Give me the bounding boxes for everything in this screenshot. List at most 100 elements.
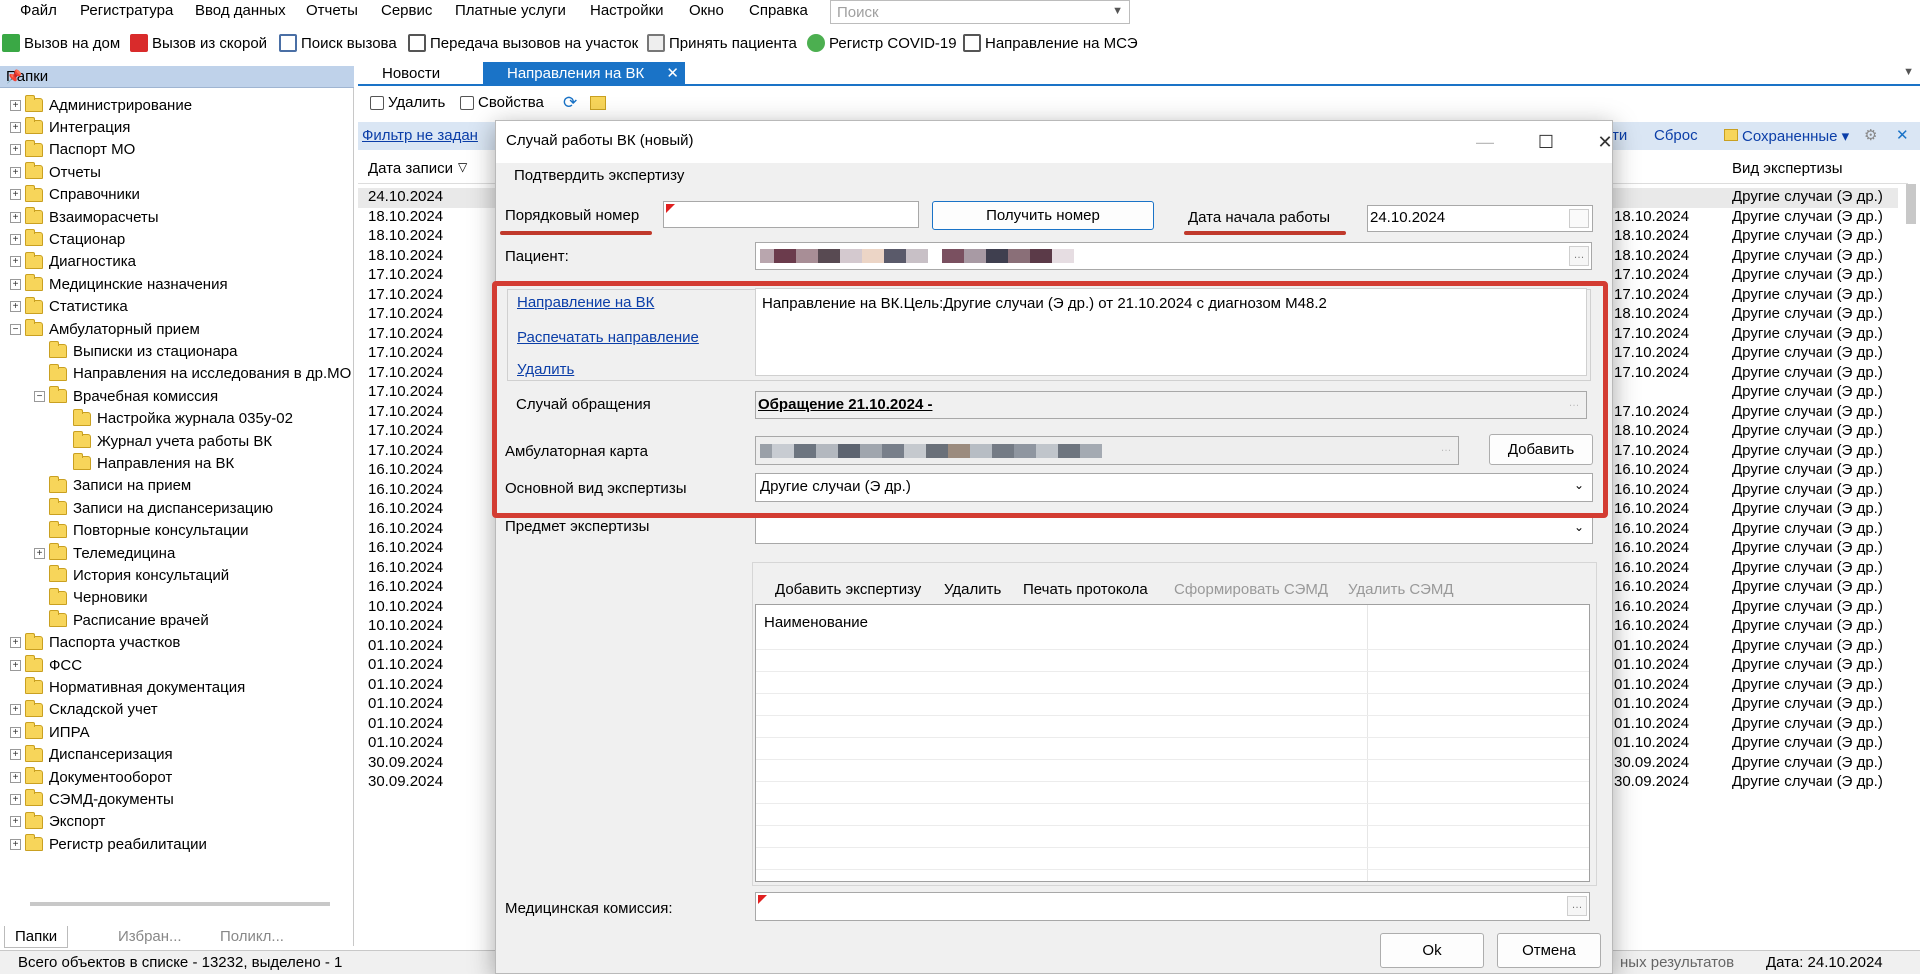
tree-item[interactable]: + Складской учет (10, 699, 158, 721)
menu-paid-services[interactable]: Платные услуги (455, 2, 566, 19)
card-field[interactable]: … (755, 436, 1459, 465)
tree-item[interactable]: + Регистр реабилитации (10, 833, 207, 855)
mse-direction-button[interactable]: Направление на МСЭ (963, 34, 1138, 52)
menu-file[interactable]: Файл (20, 2, 57, 19)
tab-news[interactable]: Новости (358, 62, 464, 86)
add-expertise-button[interactable]: Добавить экспертизу (775, 581, 921, 598)
expand-icon[interactable]: + (10, 838, 21, 850)
add-card-button[interactable]: Добавить (1489, 434, 1593, 465)
tree-item[interactable]: + Стационар (10, 228, 125, 250)
tree-item[interactable]: История консультаций (34, 564, 229, 586)
commission-picker-icon[interactable]: … (1567, 896, 1587, 916)
reset-button[interactable]: Сброс (1654, 127, 1698, 144)
tree-item[interactable]: + Статистика (10, 296, 128, 318)
list-delete-button[interactable]: Удалить (370, 94, 445, 111)
accept-patient-button[interactable]: Принять пациента (647, 34, 797, 52)
expand-icon[interactable]: + (10, 144, 21, 156)
collapse-icon[interactable]: − (34, 390, 45, 402)
saved-filters-button[interactable]: Сохраненные ▾ (1724, 127, 1849, 145)
col-date-header[interactable]: Дата записи (368, 160, 453, 177)
close-dialog-icon[interactable]: ✕ (1582, 129, 1628, 155)
expand-icon[interactable]: + (10, 704, 21, 716)
transfer-calls-button[interactable]: Передача вызовов на участок (408, 34, 638, 52)
filter-funnel-icon[interactable]: ▽ (458, 160, 467, 174)
tree-item[interactable]: + Взаиморасчеты (10, 206, 159, 228)
tree-item[interactable]: Выписки из стационара (34, 340, 238, 362)
form-semd-button[interactable]: Сформировать СЭМД (1174, 581, 1328, 598)
tree-item[interactable]: Настройка журнала 035у-02 (58, 408, 293, 430)
print-direction-link[interactable]: Распечатать направление (517, 329, 699, 346)
tree-item[interactable]: + Диспансеризация (10, 744, 173, 766)
tree-item[interactable]: + Администрирование (10, 94, 192, 116)
direction-text-area[interactable]: Направление на ВК.Цель:Другие случаи (Э … (755, 288, 1587, 376)
tab-folders[interactable]: Папки (4, 926, 69, 948)
tree-item[interactable]: Направления на исследования в др.МО (34, 363, 351, 385)
expand-icon[interactable]: + (10, 233, 21, 245)
ok-button[interactable]: Ok (1380, 933, 1484, 968)
tabs-dropdown-icon[interactable]: ▼ (1903, 66, 1914, 78)
subject-select[interactable]: ⌄ (755, 518, 1593, 544)
menu-window[interactable]: Окно (689, 2, 724, 19)
tree-item[interactable]: Повторные консультации (34, 520, 249, 542)
refresh-icon[interactable]: ⟳ (563, 93, 577, 113)
tree-item[interactable]: Направления на ВК (58, 452, 234, 474)
expand-icon[interactable]: + (10, 659, 21, 671)
tree-item[interactable]: Черновики (34, 587, 148, 609)
tree-item[interactable]: + Телемедицина (34, 542, 175, 564)
menu-help[interactable]: Справка (749, 2, 808, 19)
pin-icon[interactable]: 📌 (6, 69, 344, 85)
card-picker-icon[interactable]: … (1436, 440, 1456, 460)
main-type-select[interactable]: Другие случаи (Э др.) ⌄ (755, 473, 1593, 502)
maximize-icon[interactable]: ☐ (1523, 129, 1569, 155)
close-filter-icon[interactable]: ✕ (1896, 126, 1909, 144)
patient-picker-icon[interactable]: … (1569, 246, 1589, 266)
col-vid-header[interactable]: Вид экспертизы (1732, 160, 1843, 177)
expand-icon[interactable]: + (10, 211, 21, 223)
direction-link[interactable]: Направление на ВК (517, 294, 654, 311)
case-field[interactable]: Обращение 21.10.2024 - … (755, 391, 1587, 419)
get-number-button[interactable]: Получить номер (932, 201, 1154, 230)
ambulance-call-button[interactable]: Вызов из скорой (130, 34, 267, 52)
chevron-down-icon[interactable]: ▼ (1112, 5, 1123, 17)
call-search-button[interactable]: Поиск вызова (279, 34, 397, 52)
properties-button[interactable]: Свойства (460, 94, 544, 111)
tree-item[interactable]: − Амбулаторный прием (10, 318, 200, 340)
covid-registry-button[interactable]: Регистр COVID-19 (807, 34, 957, 52)
expand-icon[interactable]: + (10, 771, 21, 783)
tab-vk-directions[interactable]: Направления на ВК ✕ (483, 62, 685, 86)
tree-item[interactable]: + ФСС (10, 654, 82, 676)
expand-icon[interactable]: + (10, 726, 21, 738)
add-folder-icon[interactable] (590, 96, 606, 110)
vertical-scrollbar[interactable] (1906, 184, 1916, 224)
expand-icon[interactable]: + (10, 793, 21, 805)
close-icon[interactable]: ✕ (666, 64, 679, 82)
print-protocol-button[interactable]: Печать протокола (1023, 581, 1148, 598)
order-number-input[interactable] (663, 201, 919, 228)
expand-icon[interactable]: + (34, 547, 45, 559)
tree-item[interactable]: Расписание врачей (34, 609, 209, 631)
case-value[interactable]: Обращение 21.10.2024 - (758, 396, 932, 413)
expand-icon[interactable]: + (10, 816, 21, 828)
delete-semd-button[interactable]: Удалить СЭМД (1348, 581, 1454, 598)
home-call-button[interactable]: Вызов на дом (2, 34, 120, 52)
tree-item[interactable]: Записи на прием (34, 475, 191, 497)
menu-settings[interactable]: Настройки (590, 2, 664, 19)
confirm-expertise-button[interactable]: Подтвердить экспертизу (514, 167, 684, 184)
tree-item[interactable]: + Медицинские назначения (10, 273, 228, 295)
cancel-button[interactable]: Отмена (1497, 933, 1601, 968)
tree-item[interactable]: + Диагностика (10, 251, 136, 273)
tree-item[interactable]: + Документооборот (10, 766, 172, 788)
filter-settings-icon[interactable]: ⚙ (1864, 126, 1877, 144)
tree-item[interactable]: − Врачебная комиссия (34, 385, 218, 407)
menu-service[interactable]: Сервис (381, 2, 432, 19)
expand-icon[interactable]: + (10, 749, 21, 761)
menu-data-input[interactable]: Ввод данных (195, 2, 286, 19)
tree-item[interactable]: + Справочники (10, 184, 140, 206)
tree-item[interactable]: + СЭМД-документы (10, 788, 174, 810)
patient-field[interactable]: … (755, 242, 1592, 270)
collapse-icon[interactable]: − (10, 323, 21, 335)
menu-registry[interactable]: Регистратура (80, 2, 173, 19)
tree-item[interactable]: + ИПРА (10, 721, 90, 743)
expertise-table[interactable]: Наименование (755, 604, 1590, 882)
minimize-icon[interactable]: — (1462, 129, 1508, 155)
